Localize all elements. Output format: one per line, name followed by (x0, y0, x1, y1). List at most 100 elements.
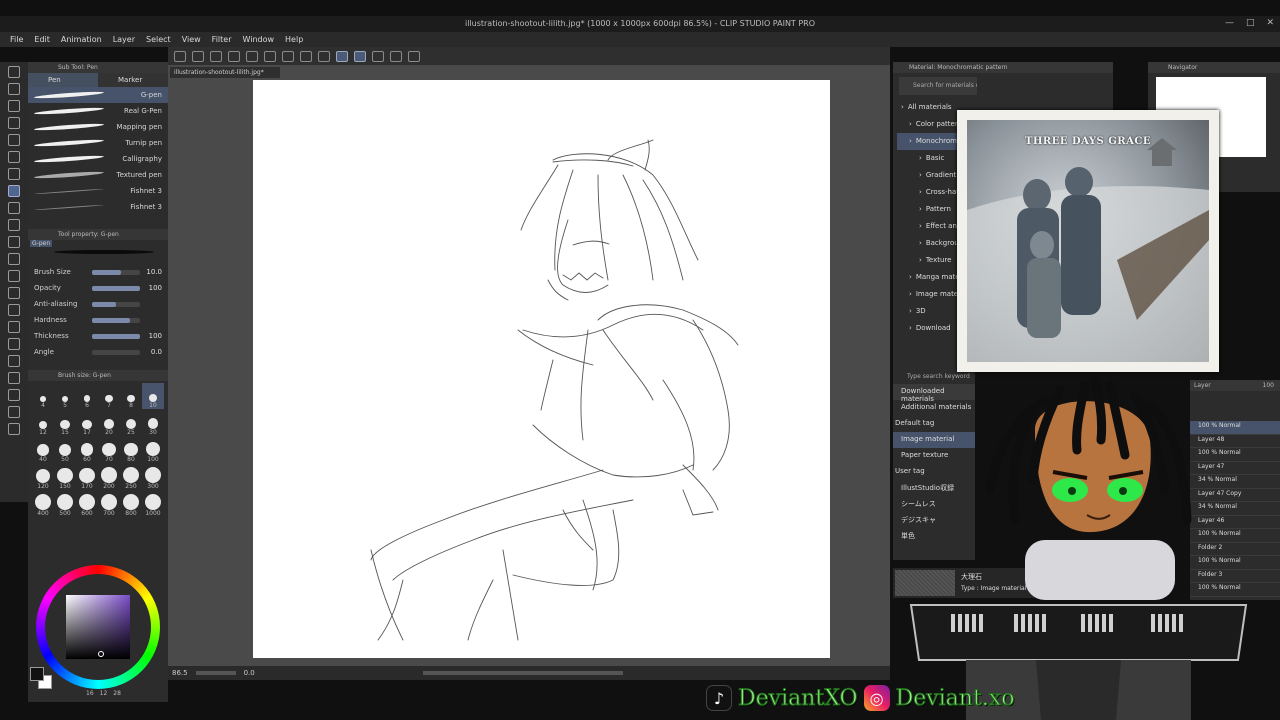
tree-expand-icon[interactable]: › (919, 188, 922, 201)
fill-icon[interactable] (300, 50, 312, 62)
brush-item-textured-pen[interactable]: Textured pen (28, 167, 168, 183)
tree-expand-icon[interactable]: › (909, 273, 912, 286)
crop-icon[interactable] (318, 50, 330, 62)
additional-materials-button[interactable]: Additional materials (893, 400, 975, 416)
tool-property-value[interactable]: 10.0 (140, 268, 162, 276)
user-tag-item[interactable]: シームレス (893, 496, 975, 512)
tool-property-row[interactable]: Hardness (28, 312, 168, 328)
ruler-tool-icon[interactable] (8, 372, 20, 384)
brush-size-option[interactable]: 7 (98, 383, 120, 409)
menu-file[interactable]: File (6, 32, 30, 47)
menu-animation[interactable]: Animation (57, 32, 109, 47)
brush-size-option[interactable]: 100 (142, 437, 164, 463)
tool-property-slider[interactable] (92, 269, 140, 275)
eyedropper-icon[interactable] (8, 168, 20, 180)
brush-size-option[interactable]: 12 (32, 410, 54, 436)
frame-tool-icon[interactable] (8, 355, 20, 367)
brush-size-option[interactable]: 400 (32, 491, 54, 517)
brush-size-option[interactable]: 120 (32, 464, 54, 490)
user-tag-item[interactable]: IllustStudio収録 (893, 480, 975, 496)
tool-property-row[interactable]: Opacity 100 (28, 280, 168, 296)
correct-line-icon[interactable] (8, 423, 20, 435)
brush-size-option[interactable]: 10 (142, 383, 164, 409)
brush-size-option[interactable]: 20 (98, 410, 120, 436)
rotation-readout[interactable]: 0.0 (244, 669, 255, 677)
tree-expand-icon[interactable]: › (919, 256, 922, 269)
brush-size-option[interactable]: 250 (120, 464, 142, 490)
snap-special-ruler-icon[interactable] (354, 50, 366, 62)
tree-expand-icon[interactable]: › (919, 205, 922, 218)
downloaded-materials-button[interactable]: Downloaded materials (893, 384, 975, 403)
new-file-icon[interactable] (174, 50, 186, 62)
brush-size-option[interactable]: 4 (32, 383, 54, 409)
keyword-search-input[interactable]: Type search keyword (893, 370, 975, 384)
tool-property-row[interactable]: Thickness 100 (28, 328, 168, 344)
menu-edit[interactable]: Edit (30, 32, 57, 47)
material-thumbnail[interactable] (895, 570, 955, 596)
tool-property-row[interactable]: Anti-aliasing (28, 296, 168, 312)
color-picker-handle[interactable] (98, 651, 104, 657)
user-tag-item[interactable]: 単色 (893, 528, 975, 544)
tree-expand-icon[interactable]: › (909, 290, 912, 303)
brush-size-option[interactable]: 8 (120, 383, 142, 409)
brush-size-option[interactable]: 30 (142, 410, 164, 436)
open-icon[interactable] (192, 50, 204, 62)
tree-expand-icon[interactable]: › (909, 120, 912, 133)
balloon-tool-icon[interactable] (8, 406, 20, 418)
brush-size-option[interactable]: 40 (32, 437, 54, 463)
tool-property-value[interactable]: 0.0 (140, 348, 162, 356)
brush-size-option[interactable]: 170 (76, 464, 98, 490)
brush-size-option[interactable]: 600 (76, 491, 98, 517)
brush-size-option[interactable]: 60 (76, 437, 98, 463)
zoom-readout[interactable]: 86.5 (172, 669, 188, 677)
blend-tool-icon[interactable] (8, 287, 20, 299)
brush-size-option[interactable]: 15 (54, 410, 76, 436)
menu-select[interactable]: Select (142, 32, 178, 47)
menu-window[interactable]: Window (238, 32, 281, 47)
snap-grid-icon[interactable] (372, 50, 384, 62)
tag-paper-texture[interactable]: Paper texture (893, 448, 975, 464)
tree-expand-icon[interactable]: › (919, 239, 922, 252)
brush-tool-icon[interactable] (8, 219, 20, 231)
fill-tool-icon[interactable] (8, 304, 20, 316)
text-tool-icon[interactable] (8, 389, 20, 401)
brush-size-option[interactable]: 1000 (142, 491, 164, 517)
selection-tool-icon[interactable] (8, 134, 20, 146)
document-tab[interactable]: illustration-shootout-lilith.jpg* (170, 67, 280, 78)
hand-tool-icon[interactable] (8, 83, 20, 95)
tree-expand-icon[interactable]: › (901, 103, 904, 116)
tool-property-slider[interactable] (92, 285, 140, 291)
user-tag-item[interactable]: デジスキャ (893, 512, 975, 528)
main-color-swatch[interactable] (30, 667, 44, 681)
brush-size-option[interactable]: 5 (54, 383, 76, 409)
menu-view[interactable]: View (178, 32, 208, 47)
transform-icon[interactable] (282, 50, 294, 62)
undo-icon[interactable] (228, 50, 240, 62)
tree-expand-icon[interactable]: › (919, 171, 922, 184)
clear-icon[interactable] (264, 50, 276, 62)
brush-size-option[interactable]: 200 (98, 464, 120, 490)
brush-item-fishnet-3[interactable]: Fishnet 3 (28, 183, 168, 199)
brush-item-g-pen[interactable]: G-pen (28, 87, 168, 103)
tree-expand-icon[interactable]: › (919, 222, 922, 235)
brush-size-option[interactable]: 70 (98, 437, 120, 463)
material-search-input[interactable]: Search for materials on ASSETS (899, 77, 977, 95)
move-layer-icon[interactable] (8, 117, 20, 129)
save-icon[interactable] (210, 50, 222, 62)
brush-size-option[interactable]: 6 (76, 383, 98, 409)
menu-help[interactable]: Help (281, 32, 310, 47)
minimize-button[interactable]: — (1225, 18, 1234, 28)
close-button[interactable]: ✕ (1266, 18, 1274, 28)
zoom-tool-icon[interactable] (8, 66, 20, 78)
eraser-tool-icon[interactable] (8, 270, 20, 282)
color-saturation-square[interactable] (66, 595, 130, 659)
menu-filter[interactable]: Filter (208, 32, 239, 47)
brush-item-turnip-pen[interactable]: Turnip pen (28, 135, 168, 151)
brush-item-fishnet-3b[interactable]: Fishnet 3 (28, 199, 168, 215)
brush-size-option[interactable]: 150 (54, 464, 76, 490)
pencil-tool-icon[interactable] (8, 202, 20, 214)
brush-size-option[interactable]: 800 (120, 491, 142, 517)
tool-property-slider[interactable] (92, 349, 140, 355)
gradient-tool-icon[interactable] (8, 321, 20, 333)
brush-size-option[interactable]: 300 (142, 464, 164, 490)
